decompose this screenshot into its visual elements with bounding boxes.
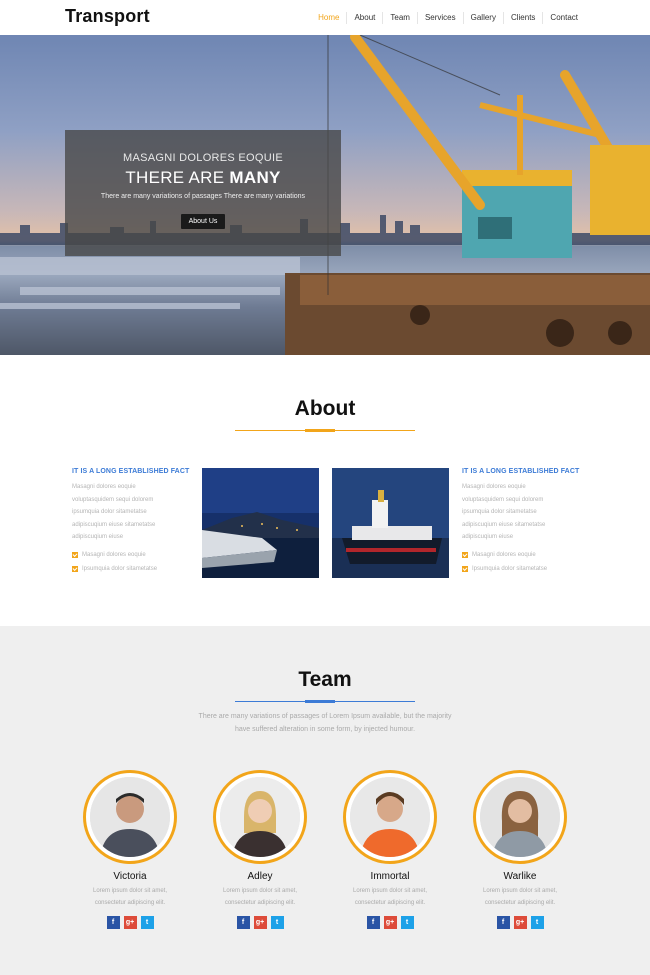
hero-caption-box: MASAGNI DOLORES EOQUIE THERE ARE MANY Th… (65, 130, 341, 256)
check-label: Ipsumquia dolor sitametatse (82, 565, 158, 572)
team-description: There are many variations of passages of… (198, 713, 452, 733)
about-us-button[interactable]: About Us (180, 214, 226, 229)
about-left-line: adipiscuqium eiuse sitametatse (72, 521, 156, 528)
check-label: Ipsumquia dolor sitametatse (472, 565, 548, 572)
checkbox-icon (72, 565, 78, 572)
team-section: Team There are many variations of passag… (0, 626, 650, 975)
about-right-line: adipiscuqium eiuse sitametatse (462, 521, 546, 528)
team-member-card: Warlike Lorem ipsum dolor sit amet, conse… (472, 770, 568, 929)
about-left-column: IT IS A LONG ESTABLISHED FACT Masagni do… (72, 468, 192, 572)
google-plus-icon[interactable]: g+ (383, 916, 397, 929)
facebook-icon[interactable]: f (496, 916, 510, 929)
checkbox-icon (462, 565, 468, 572)
social-links: f g+ t (472, 916, 568, 929)
member-bio-line: Lorem ipsum dolor sit amet, (482, 888, 558, 894)
avatar (90, 777, 170, 857)
nav-team[interactable]: Team (382, 11, 417, 24)
twitter-icon[interactable]: t (530, 916, 544, 929)
about-right-check-item: Ipsumquia dolor sitametatse (462, 565, 582, 572)
hero-title-lead: THERE ARE (125, 168, 225, 187)
team-member-card: Adley Lorem ipsum dolor sit amet, consect… (212, 770, 308, 929)
about-right-check-item: Masagni dolores eoquie (462, 551, 582, 558)
hero-title: THERE ARE MANY (65, 168, 341, 188)
twitter-icon[interactable]: t (400, 916, 414, 929)
about-divider-accent (305, 429, 335, 432)
cargo-ship-photo (332, 468, 449, 578)
site-header: Transport Home About Team Services Galle… (0, 0, 650, 35)
member-bio-line: Lorem ipsum dolor sit amet, (222, 888, 298, 894)
member-name: Victoria (113, 871, 147, 882)
about-right-heading: IT IS A LONG ESTABLISHED FACT (462, 468, 580, 475)
hero-subtitle: MASAGNI DOLORES EOQUIE (122, 152, 284, 164)
facebook-icon[interactable]: f (236, 916, 250, 929)
member-bio: Lorem ipsum dolor sit amet, consectetur a… (342, 885, 438, 909)
facebook-icon[interactable]: f (106, 916, 120, 929)
team-member-card: Victoria Lorem ipsum dolor sit amet, cons… (82, 770, 178, 929)
google-plus-icon[interactable]: g+ (123, 916, 137, 929)
hero-banner: MASAGNI DOLORES EOQUIE THERE ARE MANY Th… (0, 35, 650, 355)
avatar-ring (83, 770, 177, 864)
about-heading: About (294, 397, 356, 420)
member-name: Adley (247, 871, 273, 882)
team-member-card: Immortal Lorem ipsum dolor sit amet, cons… (342, 770, 438, 929)
avatar (480, 777, 560, 857)
about-left-line: voluptasquidem sequi dolorem (72, 496, 154, 503)
site-logo[interactable]: Transport (65, 6, 150, 27)
member-bio-line: Lorem ipsum dolor sit amet, (92, 888, 168, 894)
nav-contact[interactable]: Contact (542, 11, 585, 24)
avatar-ring (213, 770, 307, 864)
hero-title-bold: MANY (229, 168, 281, 187)
checkbox-icon (462, 551, 468, 558)
member-bio-line: consectetur adipiscing elit. (484, 900, 556, 906)
avatar-ring (343, 770, 437, 864)
about-right-text: Masagni dolores eoquie voluptasquidem se… (462, 481, 582, 544)
check-label: Masagni dolores eoquie (472, 551, 536, 558)
nav-services[interactable]: Services (416, 11, 463, 24)
about-left-text: Masagni dolores eoquie voluptasquidem se… (72, 481, 192, 544)
google-plus-icon[interactable]: g+ (253, 916, 267, 929)
about-right-line: voluptasquidem sequi dolorem (462, 496, 544, 503)
about-right-line: ipsumquia dolor sitametatse (462, 509, 537, 515)
about-right-line: adipiscuqium eiuse (462, 534, 514, 540)
nav-active-caret (337, 31, 345, 35)
about-right-line: Masagni dolores eoquie (462, 484, 526, 490)
hero-text: There are many variations of passages Th… (100, 193, 306, 200)
member-bio: Lorem ipsum dolor sit amet, consectetur a… (82, 885, 178, 909)
social-links: f g+ t (342, 916, 438, 929)
member-bio-line: consectetur adipiscing elit. (224, 900, 296, 906)
avatar (220, 777, 300, 857)
checkbox-icon (72, 551, 78, 558)
team-divider-accent (305, 700, 335, 703)
nav-gallery[interactable]: Gallery (462, 11, 503, 24)
about-left-heading: IT IS A LONG ESTABLISHED FACT (72, 468, 190, 475)
member-name: Warlike (503, 871, 537, 882)
main-nav: Home About Team Services Gallery Clients… (311, 0, 585, 35)
nav-clients[interactable]: Clients (502, 11, 542, 24)
twitter-icon[interactable]: t (270, 916, 284, 929)
social-links: f g+ t (82, 916, 178, 929)
member-name: Immortal (370, 871, 410, 882)
about-left-check-item: Masagni dolores eoquie (72, 551, 192, 558)
check-label: Masagni dolores eoquie (82, 551, 146, 558)
yacht-photo (202, 468, 319, 578)
nav-about[interactable]: About (346, 11, 382, 24)
member-bio-line: consectetur adipiscing elit. (94, 900, 166, 906)
twitter-icon[interactable]: t (140, 916, 154, 929)
social-links: f g+ t (212, 916, 308, 929)
nav-home[interactable]: Home (311, 12, 346, 24)
avatar-ring (473, 770, 567, 864)
member-bio: Lorem ipsum dolor sit amet, consectetur a… (212, 885, 308, 909)
about-left-line: ipsumquia dolor sitametatse (72, 509, 147, 515)
team-heading: Team (298, 668, 352, 691)
about-left-line: adipiscuqium eiuse (72, 534, 124, 540)
about-left-check-item: Ipsumquia dolor sitametatse (72, 565, 192, 572)
member-bio-line: consectetur adipiscing elit. (354, 900, 426, 906)
avatar (350, 777, 430, 857)
about-left-line: Masagni dolores eoquie (72, 484, 136, 490)
member-bio: Lorem ipsum dolor sit amet, consectetur a… (472, 885, 568, 909)
google-plus-icon[interactable]: g+ (513, 916, 527, 929)
about-right-column: IT IS A LONG ESTABLISHED FACT Masagni do… (462, 468, 582, 572)
facebook-icon[interactable]: f (366, 916, 380, 929)
member-bio-line: Lorem ipsum dolor sit amet, (352, 888, 428, 894)
